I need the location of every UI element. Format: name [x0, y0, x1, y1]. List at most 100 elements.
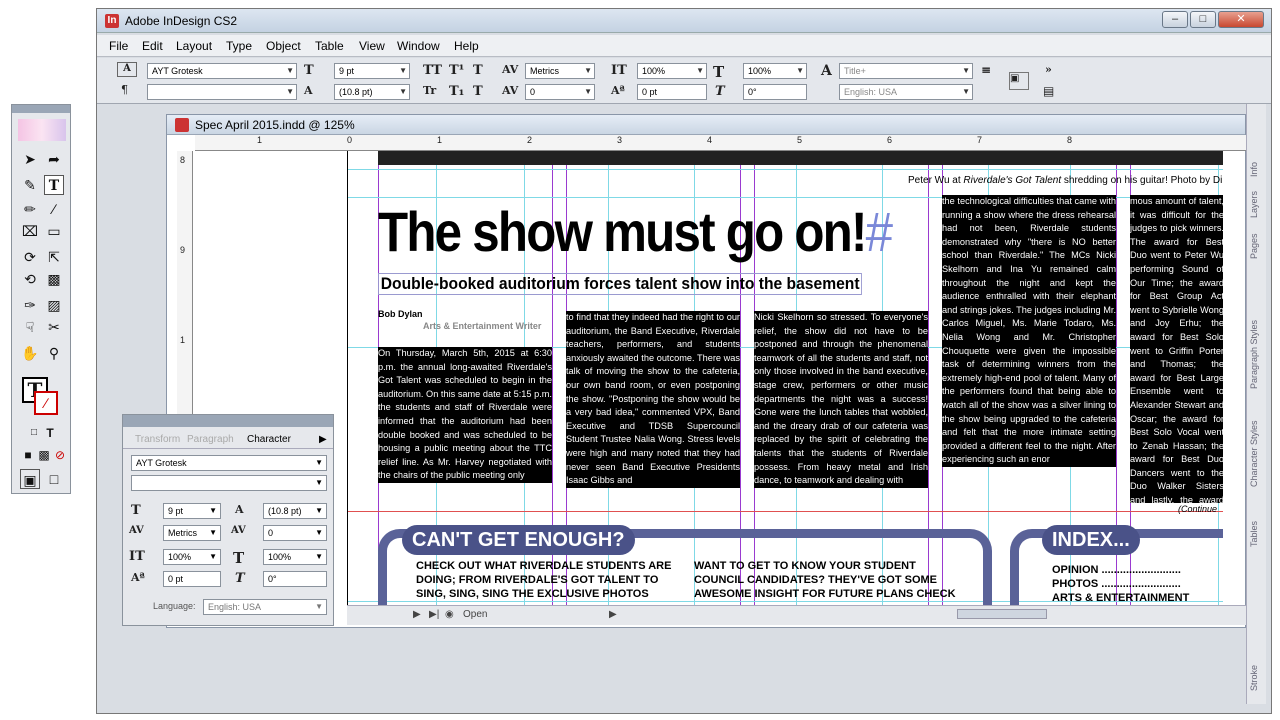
type-tool-icon[interactable]: T: [44, 175, 64, 195]
all-caps-icon[interactable]: TT: [423, 63, 442, 78]
normal-view-icon[interactable]: ▣: [20, 469, 40, 489]
small-caps-icon[interactable]: Tr: [423, 84, 436, 97]
font-family-field[interactable]: AYT Grotesk ▼: [147, 63, 297, 79]
underline-icon[interactable]: T: [473, 63, 483, 78]
font-family-field[interactable]: AYT Grotesk ▼: [131, 455, 327, 471]
leading-field[interactable]: (10.8 pt) ▼: [263, 503, 327, 519]
skew-field[interactable]: 0°: [263, 571, 327, 587]
strikethrough-icon[interactable]: T: [473, 84, 483, 99]
hand-tool-icon[interactable]: ✋: [20, 343, 40, 363]
selection-tool-icon[interactable]: ➤: [20, 149, 40, 169]
text-column-2[interactable]: to find that they indeed had the right t…: [566, 311, 740, 503]
font-style-field[interactable]: ▼: [131, 475, 327, 491]
menu-type[interactable]: Type: [226, 39, 252, 53]
gradient-swatch-tool-icon[interactable]: ▨: [44, 295, 64, 315]
dock-tab-pages[interactable]: Pages: [1249, 224, 1265, 268]
menu-help[interactable]: Help: [454, 39, 479, 53]
text-column-5[interactable]: mous amount of talent, it was difficult …: [1130, 195, 1223, 503]
promo-strip[interactable]: CAN'T GET ENOUGH? CHECK OUT WHAT RIVERDA…: [378, 519, 1223, 611]
horizontal-scale-field[interactable]: 100% ▼: [743, 63, 807, 79]
language-field[interactable]: English: USA ▼: [839, 84, 973, 100]
dock-tab-character-styles[interactable]: Character Styles: [1249, 404, 1265, 504]
top-photo[interactable]: [378, 151, 1223, 165]
panel-menu-icon[interactable]: ▤: [1043, 84, 1054, 98]
tab-transform[interactable]: Transform: [135, 434, 180, 445]
dock-tab-stroke[interactable]: Stroke: [1249, 658, 1265, 698]
horizontal-scrollbar[interactable]: [957, 609, 1047, 619]
pen-tool-icon[interactable]: ✎: [20, 175, 40, 195]
align-menu-icon[interactable]: ≡: [981, 63, 991, 77]
subscript-icon[interactable]: T₁: [449, 84, 464, 99]
rectangle-frame-tool-icon[interactable]: ⌧: [20, 221, 40, 241]
panel-expand-icon[interactable]: »: [1045, 63, 1052, 76]
minimize-button[interactable]: –: [1162, 11, 1188, 28]
dock-tab-layers[interactable]: Layers: [1249, 184, 1265, 224]
continued-label[interactable]: (Continue: [1178, 504, 1217, 514]
line-tool-icon[interactable]: ∕: [44, 199, 64, 219]
paragraph-mode-icon[interactable]: ¶: [121, 83, 128, 96]
menu-table[interactable]: Table: [315, 39, 344, 53]
eyedropper-tool-icon[interactable]: ✑: [20, 295, 40, 315]
skew-field[interactable]: 0°: [743, 84, 807, 100]
menu-object[interactable]: Object: [266, 39, 301, 53]
free-transform-tool-icon[interactable]: ⟲: [20, 269, 40, 289]
font-style-field[interactable]: ▼: [147, 84, 297, 100]
rectangle-tool-icon[interactable]: ▭: [44, 221, 64, 241]
byline[interactable]: Bob Dylan: [378, 309, 423, 319]
quick-apply-icon[interactable]: ▣: [1009, 72, 1029, 90]
language-field[interactable]: English: USA ▼: [203, 599, 327, 615]
menu-window[interactable]: Window: [397, 39, 440, 53]
superscript-icon[interactable]: T¹: [449, 63, 464, 78]
text-column-1[interactable]: On Thursday, March 5th, 2015 at 6:30 p.m…: [378, 347, 552, 503]
horizontal-ruler[interactable]: 1 0 1 2 3 4 5 6 7 8: [195, 135, 1247, 151]
photo-caption[interactable]: Peter Wu at Riverdale's Got Talent shred…: [908, 175, 1223, 186]
maximize-button[interactable]: □: [1190, 11, 1216, 28]
dock-tab-paragraph-styles[interactable]: Paragraph Styles: [1249, 304, 1265, 404]
baseline-shift-field[interactable]: 0 pt: [163, 571, 221, 587]
direct-selection-tool-icon[interactable]: ➦: [44, 149, 64, 169]
rotate-tool-icon[interactable]: ⟳: [20, 247, 40, 267]
vertical-scale-field[interactable]: 100% ▼: [163, 549, 221, 565]
character-style-field[interactable]: Title+ ▼: [839, 63, 973, 79]
horizontal-scale-field[interactable]: 100% ▼: [263, 549, 327, 565]
tab-paragraph[interactable]: Paragraph: [187, 434, 234, 445]
vertical-scale-field[interactable]: 100% ▼: [637, 63, 707, 79]
page-nav-last-icon[interactable]: ▶|: [429, 609, 439, 620]
menu-view[interactable]: View: [359, 39, 385, 53]
text-column-4[interactable]: the technological difficulties that came…: [942, 195, 1116, 503]
font-size-field[interactable]: 9 pt ▼: [334, 63, 410, 79]
kerning-field[interactable]: Metrics ▼: [525, 63, 595, 79]
tab-character[interactable]: Character: [247, 434, 291, 445]
toolbox-header[interactable]: [12, 105, 70, 113]
dock-tab-tables[interactable]: Tables: [1249, 514, 1265, 554]
dock-tab-info[interactable]: Info: [1249, 154, 1265, 184]
gradient-tool-icon[interactable]: ▩: [44, 269, 64, 289]
text-column-3[interactable]: Nicki Skelhorn so stressed. To everyone'…: [754, 311, 928, 503]
zoom-tool-icon[interactable]: ⚲: [44, 343, 64, 363]
scissors-tool-icon[interactable]: ✂: [44, 317, 64, 337]
font-size-field[interactable]: 9 pt ▼: [163, 503, 221, 519]
preflight-icon[interactable]: ◉: [445, 609, 454, 620]
baseline-shift-field[interactable]: 0 pt: [637, 84, 707, 100]
page-nav-next-icon[interactable]: ▶: [413, 609, 421, 620]
scale-tool-icon[interactable]: ⇱: [44, 247, 64, 267]
menu-edit[interactable]: Edit: [142, 39, 163, 53]
preview-view-icon[interactable]: □: [44, 469, 64, 489]
panel-menu-icon[interactable]: ▶: [319, 434, 327, 445]
button-tool-icon[interactable]: ☟: [20, 317, 40, 337]
formatting-text-icon[interactable]: T: [40, 423, 60, 443]
kerning-field[interactable]: Metrics ▼: [163, 525, 221, 541]
menu-layout[interactable]: Layout: [176, 39, 212, 53]
headline[interactable]: The show must go on!#: [378, 199, 893, 264]
status-menu-icon[interactable]: ▶: [609, 609, 617, 620]
menu-file[interactable]: File: [109, 39, 128, 53]
leading-field[interactable]: (10.8 pt) ▼: [334, 84, 410, 100]
subheadline[interactable]: Double-booked auditorium forces talent s…: [378, 273, 863, 295]
tracking-field[interactable]: 0 ▼: [263, 525, 327, 541]
section-label[interactable]: Arts & Entertainment Writer: [423, 321, 541, 331]
pencil-tool-icon[interactable]: ✏: [20, 199, 40, 219]
stroke-swatch-icon[interactable]: ∕: [34, 391, 58, 415]
character-mode-icon[interactable]: A: [117, 62, 137, 77]
tracking-field[interactable]: 0 ▼: [525, 84, 595, 100]
panel-header[interactable]: [123, 415, 333, 427]
